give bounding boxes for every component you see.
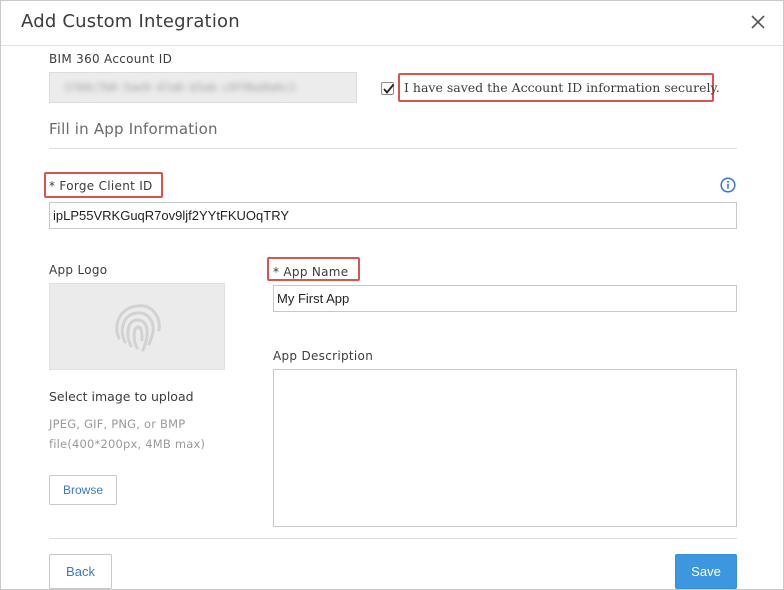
saved-account-id-label[interactable]: I have saved the Account ID information …	[404, 80, 720, 95]
save-button[interactable]: Save	[675, 554, 737, 589]
app-name-label: * App Name	[273, 265, 349, 279]
app-description-textarea[interactable]	[273, 369, 737, 527]
dialog-header: Add Custom Integration	[1, 1, 783, 46]
app-logo-placeholder	[49, 283, 225, 370]
forge-client-id-label: * Forge Client ID	[49, 179, 153, 193]
forge-client-id-input[interactable]	[49, 202, 737, 229]
info-icon[interactable]	[720, 177, 736, 193]
account-id-value: 1f60c7b0-5ae9-47a0-b5ab-c0f9ba9a6c1	[64, 81, 296, 94]
dialog-title: Add Custom Integration	[21, 11, 240, 32]
saved-account-id-checkbox[interactable]	[381, 82, 395, 95]
checkmark-icon	[383, 83, 395, 94]
account-id-field: 1f60c7b0-5ae9-47a0-b5ab-c0f9ba9a6c1	[49, 72, 357, 103]
app-logo-label: App Logo	[49, 263, 108, 277]
section-divider	[49, 148, 737, 149]
add-custom-integration-dialog: Add Custom Integration BIM 360 Account I…	[0, 0, 784, 590]
fingerprint-icon	[115, 304, 161, 352]
app-description-label: App Description	[273, 349, 374, 363]
upload-title: Select image to upload	[49, 389, 194, 404]
app-name-input[interactable]	[273, 285, 737, 312]
browse-button[interactable]: Browse	[49, 475, 117, 505]
back-button[interactable]: Back	[49, 554, 112, 589]
close-icon[interactable]	[749, 13, 767, 31]
section-title: Fill in App Information	[49, 120, 218, 138]
upload-help-text: JPEG, GIF, PNG, or BMP file(400*200px, 4…	[49, 417, 206, 451]
account-id-label: BIM 360 Account ID	[49, 52, 173, 66]
footer-divider	[49, 538, 737, 539]
